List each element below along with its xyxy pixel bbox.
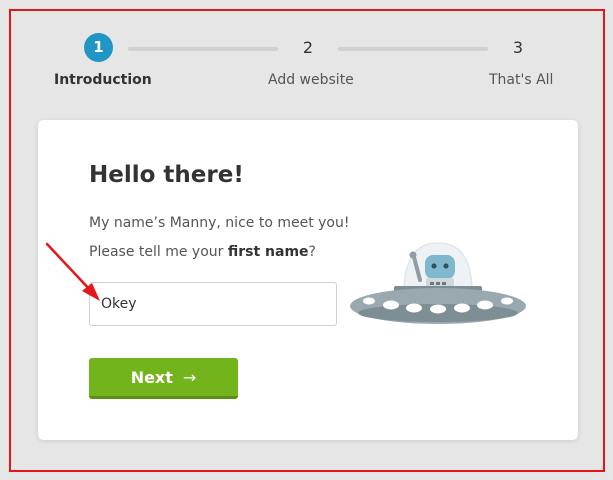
step-2-number: 2 bbox=[302, 38, 314, 57]
step-1-label: Introduction bbox=[54, 72, 152, 88]
name-prompt: Please tell me your first name? bbox=[89, 244, 316, 260]
name-prompt-prefix: Please tell me your bbox=[89, 244, 228, 260]
name-prompt-suffix: ? bbox=[308, 244, 316, 260]
step-1-circle: 1 bbox=[84, 33, 113, 62]
ufo-robot-icon bbox=[350, 242, 526, 324]
step-3-number: 3 bbox=[512, 38, 524, 57]
intro-card: Hello there! My name’s Manny, nice to me… bbox=[38, 120, 578, 440]
first-name-input[interactable] bbox=[89, 282, 337, 326]
step-3-label: That's All bbox=[489, 72, 554, 88]
next-button-label: Next bbox=[130, 367, 173, 387]
page-title: Hello there! bbox=[89, 162, 244, 188]
name-prompt-bold: first name bbox=[227, 244, 309, 260]
intro-text: My name’s Manny, nice to meet you! bbox=[89, 215, 350, 231]
step-2-label: Add website bbox=[268, 72, 354, 88]
next-button[interactable]: Next → bbox=[89, 358, 238, 399]
step-connector-2 bbox=[338, 47, 488, 51]
arrow-right-icon: → bbox=[182, 367, 197, 387]
step-connector-1 bbox=[128, 47, 278, 51]
